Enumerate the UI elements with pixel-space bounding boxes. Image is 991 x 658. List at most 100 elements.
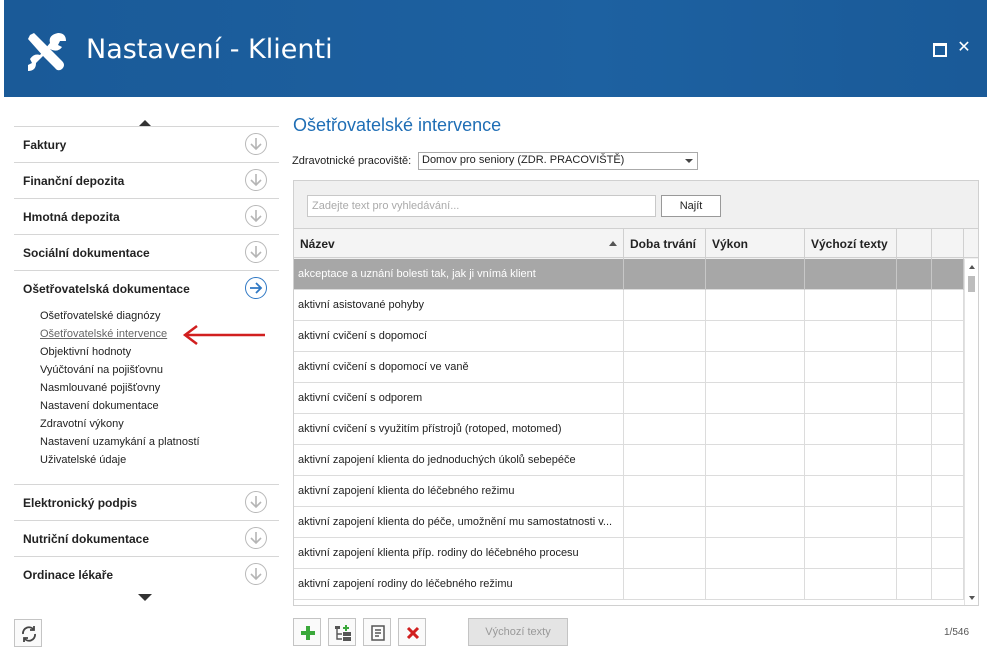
workstation-select[interactable]: Domov pro seniory (ZDR. PRACOVIŠTĚ) (418, 152, 698, 170)
cell-empty (932, 414, 964, 445)
cell-empty (805, 352, 897, 383)
cell-empty (706, 290, 805, 321)
table-row[interactable]: aktivní zapojení klienta do léčebného re… (294, 476, 964, 507)
page-title: Ošetřovatelské intervence (293, 115, 502, 135)
arrow-down-circle-icon[interactable] (245, 527, 267, 549)
table-row[interactable]: aktivní cvičení s odporem (294, 383, 964, 414)
column-header-vychozi-texty[interactable]: Výchozí texty (805, 229, 897, 259)
grid-header: Název Doba trvání Výkon Výchozí texty (294, 228, 978, 259)
cell-empty (706, 321, 805, 352)
sidebar-subitem[interactable]: Objektivní hodnoty (40, 346, 131, 358)
sidebar-subitem[interactable]: Uživatelské údaje (40, 454, 126, 466)
sidebar-section-label: Elektronický podpis (23, 496, 138, 510)
cell-nazev: aktivní zapojení klienta příp. rodiny do… (294, 538, 624, 569)
cell-empty (706, 383, 805, 414)
cell-empty (897, 414, 932, 445)
sidebar-scroll-down-icon[interactable] (138, 594, 152, 601)
table-row[interactable]: akceptace a uznání bolesti tak, jak ji v… (294, 259, 964, 290)
cell-nazev: aktivní cvičení s využitím přístrojů (ro… (294, 414, 624, 445)
sort-ascending-icon (609, 241, 617, 246)
cell-nazev: akceptace a uznání bolesti tak, jak ji v… (294, 259, 624, 290)
cell-empty (624, 414, 706, 445)
column-header-doba-trvani[interactable]: Doba trvání (624, 229, 706, 259)
search-input[interactable] (307, 195, 656, 217)
sidebar-subitem[interactable]: Nasmlouvané pojišťovny (40, 382, 160, 394)
scroll-up-icon[interactable] (969, 265, 975, 269)
arrow-down-circle-icon[interactable] (245, 241, 267, 263)
sidebar-section-label: Faktury (23, 138, 67, 152)
column-header-nazev[interactable]: Název (294, 229, 624, 259)
title-bar: Nastavení - Klienti ✕ (4, 0, 987, 97)
cell-nazev: aktivní asistované pohyby (294, 290, 624, 321)
arrow-down-circle-icon[interactable] (245, 133, 267, 155)
scroll-down-icon[interactable] (969, 596, 975, 600)
arrow-down-circle-icon[interactable] (245, 169, 267, 191)
close-icon[interactable]: ✕ (956, 40, 972, 56)
arrow-down-circle-icon[interactable] (245, 563, 267, 585)
table-row[interactable]: aktivní cvičení s dopomocí (294, 321, 964, 352)
edit-button[interactable] (363, 618, 391, 646)
table-row[interactable]: aktivní zapojení rodiny do léčebného rež… (294, 569, 964, 600)
cell-empty (932, 476, 964, 507)
sidebar-section-hmotna-depozita[interactable]: Hmotná depozita (14, 198, 279, 234)
workstation-label: Zdravotnické pracoviště: (292, 155, 412, 167)
cell-empty (897, 383, 932, 414)
cell-empty (624, 321, 706, 352)
cell-empty (624, 352, 706, 383)
sidebar-section-label: Finanční depozita (23, 174, 125, 188)
delete-button[interactable] (398, 618, 426, 646)
column-header-vykon[interactable]: Výkon (706, 229, 805, 259)
arrow-down-circle-icon[interactable] (245, 491, 267, 513)
refresh-icon (22, 626, 36, 642)
cell-nazev: aktivní zapojení rodiny do léčebného rež… (294, 569, 624, 600)
cell-nazev: aktivní zapojení klienta do léčebného re… (294, 476, 624, 507)
arrow-down-circle-icon[interactable] (245, 205, 267, 227)
cell-empty (624, 569, 706, 600)
arrow-right-circle-icon[interactable] (245, 277, 267, 299)
table-row[interactable]: aktivní cvičení s dopomocí ve vaně (294, 352, 964, 383)
find-button[interactable]: Najít (661, 195, 721, 217)
table-row[interactable]: aktivní asistované pohyby (294, 290, 964, 321)
add-button[interactable] (293, 618, 321, 646)
settings-window: Nastavení - Klienti ✕ Faktury Finanční d… (0, 0, 991, 658)
sidebar-section-label: Ošetřovatelská dokumentace (23, 282, 190, 296)
sidebar-section-osetrovatelska-dokumentace[interactable]: Ošetřovatelská dokumentace (14, 270, 279, 306)
default-texts-button[interactable]: Výchozí texty (468, 618, 568, 646)
add-subitem-icon (335, 625, 351, 641)
sidebar-section-label: Nutriční dokumentace (23, 532, 150, 546)
cell-empty (897, 569, 932, 600)
sidebar-section-socialni-dokumentace[interactable]: Sociální dokumentace (14, 234, 279, 270)
cell-nazev: aktivní cvičení s odporem (294, 383, 624, 414)
table-row[interactable]: aktivní zapojení klienta do jednoduchých… (294, 445, 964, 476)
maximize-icon[interactable] (931, 40, 947, 57)
sidebar-subitem[interactable]: Zdravotní výkony (40, 418, 124, 430)
add-subitem-button[interactable] (328, 618, 356, 646)
workstation-select-value: Domov pro seniory (ZDR. PRACOVIŠTĚ) (422, 154, 625, 166)
cell-empty (624, 507, 706, 538)
sidebar-section-nutricni-dokumentace[interactable]: Nutriční dokumentace (14, 520, 279, 556)
sidebar-subitem[interactable]: Ošetřovatelské diagnózy (40, 310, 160, 322)
cell-empty (624, 259, 706, 290)
table-row[interactable]: aktivní zapojení klienta do péče, umožně… (294, 507, 964, 538)
sidebar-section-label: Sociální dokumentace (23, 246, 150, 260)
sidebar-subitem[interactable]: Vyúčtování na pojišťovnu (40, 364, 163, 376)
table-row[interactable]: aktivní cvičení s využitím přístrojů (ro… (294, 414, 964, 445)
sidebar-section-financni-depozita[interactable]: Finanční depozita (14, 162, 279, 198)
sidebar-subitem[interactable]: Nastavení uzamykání a platností (40, 436, 200, 448)
table-row[interactable]: aktivní zapojení klienta příp. rodiny do… (294, 538, 964, 569)
intervention-grid: Najít Název Doba trvání Výkon Výchozí te… (293, 180, 979, 606)
cell-empty (805, 538, 897, 569)
sidebar-section-ordinace-lekare[interactable]: Ordinace lékaře (14, 556, 279, 592)
refresh-button[interactable] (14, 619, 42, 647)
column-header-extra-1[interactable] (897, 229, 932, 259)
sidebar-section-faktury[interactable]: Faktury (14, 126, 279, 162)
scroll-thumb[interactable] (968, 276, 975, 292)
sidebar-section-elektronicky-podpis[interactable]: Elektronický podpis (14, 484, 279, 520)
sidebar-subitem-active[interactable]: Ošetřovatelské intervence (40, 328, 167, 340)
column-header-extra-2[interactable] (932, 229, 964, 259)
grid-scrollbar[interactable] (964, 259, 978, 605)
cell-empty (932, 445, 964, 476)
sidebar-subitem[interactable]: Nastavení dokumentace (40, 400, 159, 412)
delete-icon (406, 626, 420, 640)
cell-empty (706, 476, 805, 507)
